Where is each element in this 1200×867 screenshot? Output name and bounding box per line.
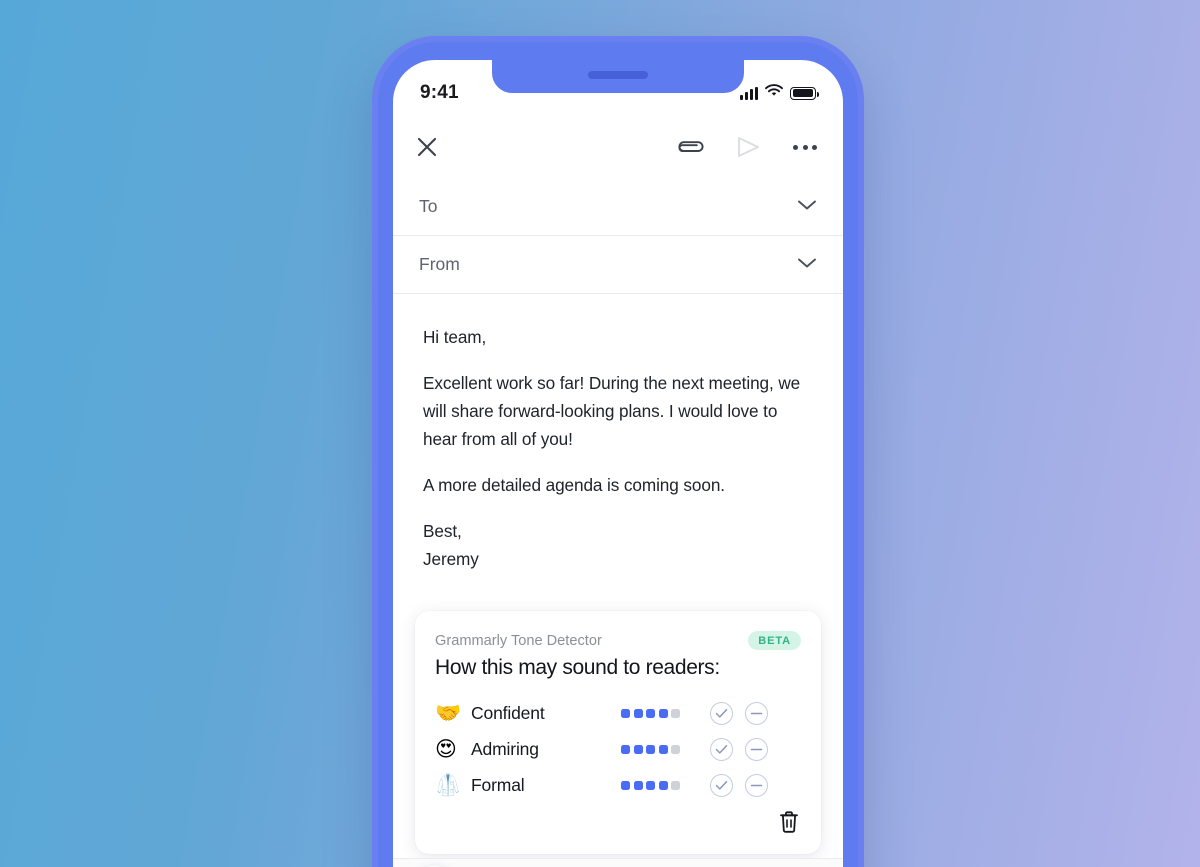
recipient-label-to: To [419, 196, 438, 216]
tone-card-footer [435, 803, 801, 840]
tone-row-actions [710, 701, 768, 725]
tone-strength-meter [621, 780, 680, 790]
bottom-status-bar: ABC No critical issues found [393, 858, 843, 867]
lab-coat-emoji: 🥼 [435, 772, 462, 797]
tone-card-subtitle: Grammarly Tone Detector [435, 632, 602, 649]
check-circle-icon[interactable] [710, 773, 733, 797]
minus-circle-icon[interactable] [745, 737, 768, 761]
tone-strength-meter [621, 744, 680, 754]
wifi-icon [765, 84, 783, 102]
recipient-row-to[interactable]: To [393, 178, 843, 236]
check-circle-icon[interactable] [710, 701, 733, 725]
message-paragraph: A more detailed agenda is coming soon. [423, 475, 725, 495]
tone-list: 🤝 Confident 😍 Admiring 🥼 Formal [435, 695, 801, 803]
message-paragraph: Excellent work so far! During the next m… [423, 373, 801, 449]
chevron-down-icon[interactable] [797, 198, 817, 216]
battery-full-icon [790, 86, 819, 100]
send-icon[interactable] [736, 135, 762, 159]
tone-row-actions [710, 773, 768, 797]
tone-row: 😍 Admiring [435, 731, 801, 767]
tone-label: Confident [471, 702, 545, 723]
trash-icon[interactable] [777, 809, 801, 840]
tone-detector-card: Grammarly Tone Detector BETA How this ma… [415, 611, 821, 854]
tone-card-container: Grammarly Tone Detector BETA How this ma… [393, 573, 843, 854]
phone-frame: 9:41 To From Hi team, Excellent work so … [372, 36, 864, 867]
check-circle-icon[interactable] [710, 737, 733, 761]
message-signature: Best, Jeremy [423, 521, 479, 569]
tone-row: 🤝 Confident [435, 695, 801, 731]
tone-row: 🥼 Formal [435, 767, 801, 803]
beta-badge: BETA [748, 631, 801, 650]
tone-card-title: How this may sound to readers: [435, 656, 720, 679]
tone-label: Admiring [471, 738, 539, 759]
tone-strength-meter [621, 708, 680, 718]
tone-card-header: Grammarly Tone Detector BETA [435, 631, 801, 650]
handshake-emoji: 🤝 [435, 700, 462, 725]
message-paragraph: Hi team, [423, 327, 487, 347]
tone-row-actions [710, 737, 768, 761]
recipient-row-from[interactable]: From [393, 236, 843, 294]
more-options-icon[interactable] [793, 144, 817, 150]
phone-screen: 9:41 To From Hi team, Excellent work so … [393, 60, 843, 867]
heart-eyes-emoji: 😍 [435, 736, 457, 761]
paperclip-icon[interactable] [677, 136, 705, 158]
status-bar-time: 9:41 [420, 82, 459, 103]
tone-label: Formal [471, 774, 525, 795]
minus-circle-icon[interactable] [745, 773, 768, 797]
recipient-label-from: From [419, 254, 460, 274]
minus-circle-icon[interactable] [745, 701, 768, 725]
status-bar-icons [740, 84, 819, 102]
cellular-signal-icon [740, 86, 758, 100]
message-body[interactable]: Hi team, Excellent work so far! During t… [393, 294, 843, 573]
compose-toolbar-actions [677, 135, 817, 159]
status-bar: 9:41 [393, 60, 843, 116]
chevron-down-icon[interactable] [797, 256, 817, 274]
close-icon[interactable] [415, 135, 439, 159]
compose-toolbar [393, 116, 843, 178]
